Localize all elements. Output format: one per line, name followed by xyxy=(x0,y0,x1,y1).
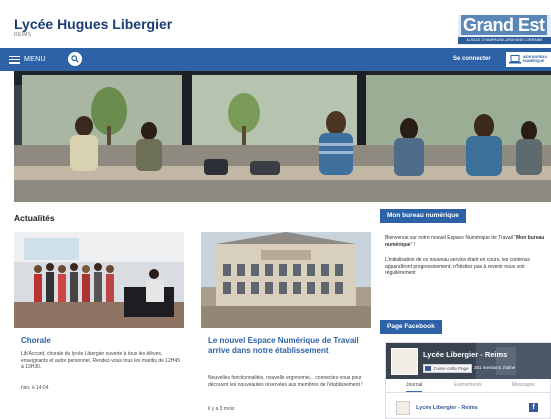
menu-button[interactable]: MENU xyxy=(9,53,46,66)
bureau-info-text: L'initialisation de ce nouveau service é… xyxy=(385,257,530,276)
site-header: Lycée Hugues Libergier REIMS Grand Est A… xyxy=(0,0,551,48)
site-title[interactable]: Lycée Hugues Libergier xyxy=(14,16,172,32)
news-card-title[interactable]: Le nouvel Espace Numérique de Travail ar… xyxy=(208,336,368,356)
facebook-page-avatar[interactable] xyxy=(391,348,418,375)
bureau-welcome-suffix: " ! xyxy=(410,241,416,248)
region-logo[interactable]: Grand Est ALSACE CHAMPAGNE-ARDENNE LORRA… xyxy=(458,15,551,45)
facebook-like-label: J'aime cette Page xyxy=(433,366,469,371)
bureau-welcome-prefix: Bienvenue sur notre nouvel Espace Numéri… xyxy=(385,235,517,241)
search-button[interactable] xyxy=(68,52,82,66)
facebook-tabs: Journal Événements Messages xyxy=(386,379,551,393)
bureau-section-title: Mon bureau numérique xyxy=(380,209,466,223)
facebook-like-button[interactable]: J'aime cette Page xyxy=(423,364,472,373)
bureau-button-label: MON BUREAU NUMÉRIQUE xyxy=(523,55,548,63)
news-card-date: il y a 3 mois xyxy=(208,406,235,412)
news-card-text: Lib'Accord, chorale du lycée Libergier o… xyxy=(21,351,180,370)
bureau-numerique-button[interactable]: MON BUREAU NUMÉRIQUE xyxy=(506,52,551,67)
news-card[interactable]: Le nouvel Espace Numérique de Travail ar… xyxy=(201,232,371,419)
main-navbar: MENU Se connecter MON BUREAU NUMÉRIQUE xyxy=(0,48,551,71)
laptop-icon xyxy=(509,55,521,64)
hero-photo xyxy=(14,71,551,202)
news-card-image[interactable] xyxy=(201,232,371,328)
news-card-date: hier, à 14:04 xyxy=(21,385,49,391)
facebook-post-avatar[interactable] xyxy=(396,401,410,415)
facebook-tab-messages[interactable]: Messages xyxy=(512,382,535,388)
hamburger-icon xyxy=(9,55,20,64)
region-logo-name: Grand Est xyxy=(461,15,547,35)
facebook-likes-count: 251 mentions J'aime xyxy=(474,365,516,370)
news-card-text: Nouvelles fonctionnalités, nouvelle ergo… xyxy=(208,375,363,388)
menu-label: MENU xyxy=(24,56,46,63)
facebook-page-name[interactable]: Lycée Libergier - Reims xyxy=(423,350,507,359)
facebook-widget[interactable]: Lycée Libergier - Reims J'aime cette Pag… xyxy=(385,342,551,419)
facebook-icon[interactable]: f xyxy=(529,403,538,412)
bureau-welcome-text: Bienvenue sur notre nouvel Espace Numéri… xyxy=(385,235,551,248)
region-logo-tagline: ALSACE CHAMPAGNE-ARDENNE LORRAINE xyxy=(458,37,551,44)
facebook-tab-events[interactable]: Événements xyxy=(454,382,482,388)
news-section-title: Actualités xyxy=(14,213,55,223)
news-card-image[interactable] xyxy=(14,232,184,328)
facebook-small-icon xyxy=(425,366,431,371)
site-subtitle: REIMS xyxy=(14,32,32,38)
lycee-building-photo xyxy=(201,232,371,328)
login-link[interactable]: Se connecter xyxy=(453,56,491,62)
facebook-post-author[interactable]: Lycée Libergier - Reims xyxy=(416,405,478,411)
facebook-section-title: Page Facebook xyxy=(380,320,442,334)
search-icon xyxy=(71,55,79,63)
news-card-title[interactable]: Chorale xyxy=(21,336,51,346)
news-card[interactable]: Chorale Lib'Accord, chorale du lycée Lib… xyxy=(14,232,184,419)
chorale-photo xyxy=(14,232,184,328)
hero-banner xyxy=(14,71,551,202)
facebook-tab-journal[interactable]: Journal xyxy=(406,382,423,392)
